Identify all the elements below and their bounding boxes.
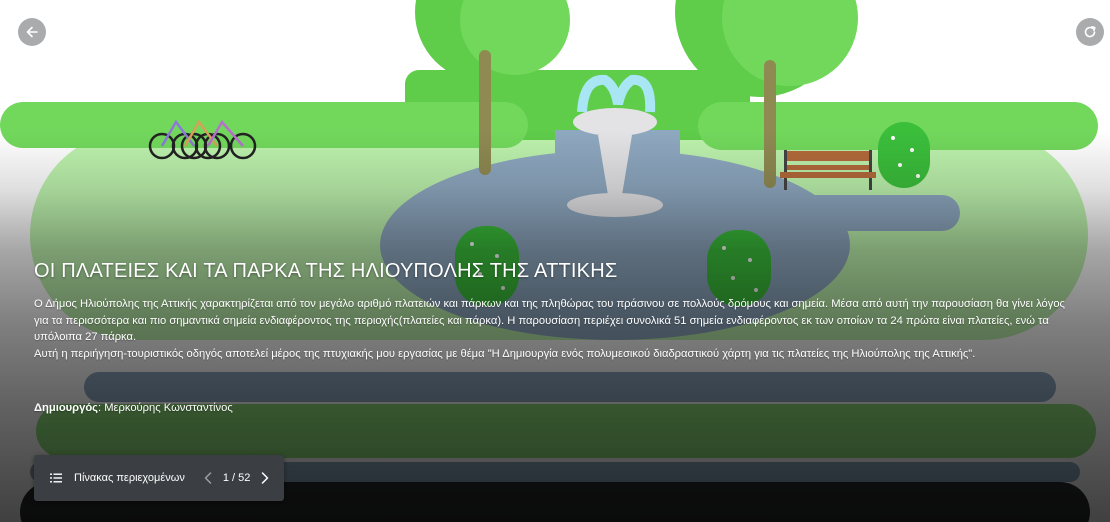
author-credit: Δημιουργός: Μερκούρης Κωνσταντίνος — [34, 402, 233, 414]
toc-button[interactable]: Πίνακας περιεχομένων — [50, 472, 185, 484]
toc-label: Πίνακας περιεχομένων — [74, 472, 185, 484]
chevron-right-icon — [262, 472, 269, 484]
pager: 1 / 52 — [199, 469, 275, 487]
navigation-bar: Πίνακας περιεχομένων 1 / 52 — [34, 455, 284, 501]
restart-button[interactable] — [1076, 18, 1104, 46]
story-description: Ο Δήμος Ηλιούπολης της Αττικής χαρακτηρί… — [34, 296, 1079, 362]
fountain-bowl — [573, 108, 657, 136]
arrow-left-icon — [26, 26, 38, 38]
prev-button[interactable] — [199, 469, 217, 487]
chevron-left-icon — [204, 472, 212, 484]
bush-right — [878, 122, 930, 188]
author-label: Δημιουργός — [34, 402, 98, 414]
list-icon — [50, 473, 62, 483]
fountain-base — [567, 193, 663, 217]
tree-right-trunk — [764, 60, 776, 188]
description-paragraph: Ο Δήμος Ηλιούπολης της Αττικής χαρακτηρί… — [34, 298, 1065, 343]
back-button[interactable] — [18, 18, 46, 46]
tree-left-trunk — [479, 50, 491, 175]
restart-icon — [1084, 26, 1096, 38]
description-paragraph: Αυτή η περιήγηση-τουριστικός οδηγός αποτ… — [34, 347, 976, 360]
hedge-left — [0, 102, 528, 148]
next-button[interactable] — [256, 469, 274, 487]
page-counter: 1 / 52 — [222, 472, 251, 484]
story-info: ΟΙ ΠΛΑΤΕΙΕΣ ΚΑΙ ΤΑ ΠΑΡΚΑ ΤΗΣ ΗΛΙΟΥΠΟΛΗΣ … — [34, 258, 1084, 362]
path-lower — [84, 372, 1056, 402]
author-name: Μερκούρης Κωνσταντίνος — [104, 402, 233, 414]
story-title: ΟΙ ΠΛΑΤΕΙΕΣ ΚΑΙ ΤΑ ΠΑΡΚΑ ΤΗΣ ΗΛΙΟΥΠΟΛΗΣ … — [34, 260, 618, 282]
